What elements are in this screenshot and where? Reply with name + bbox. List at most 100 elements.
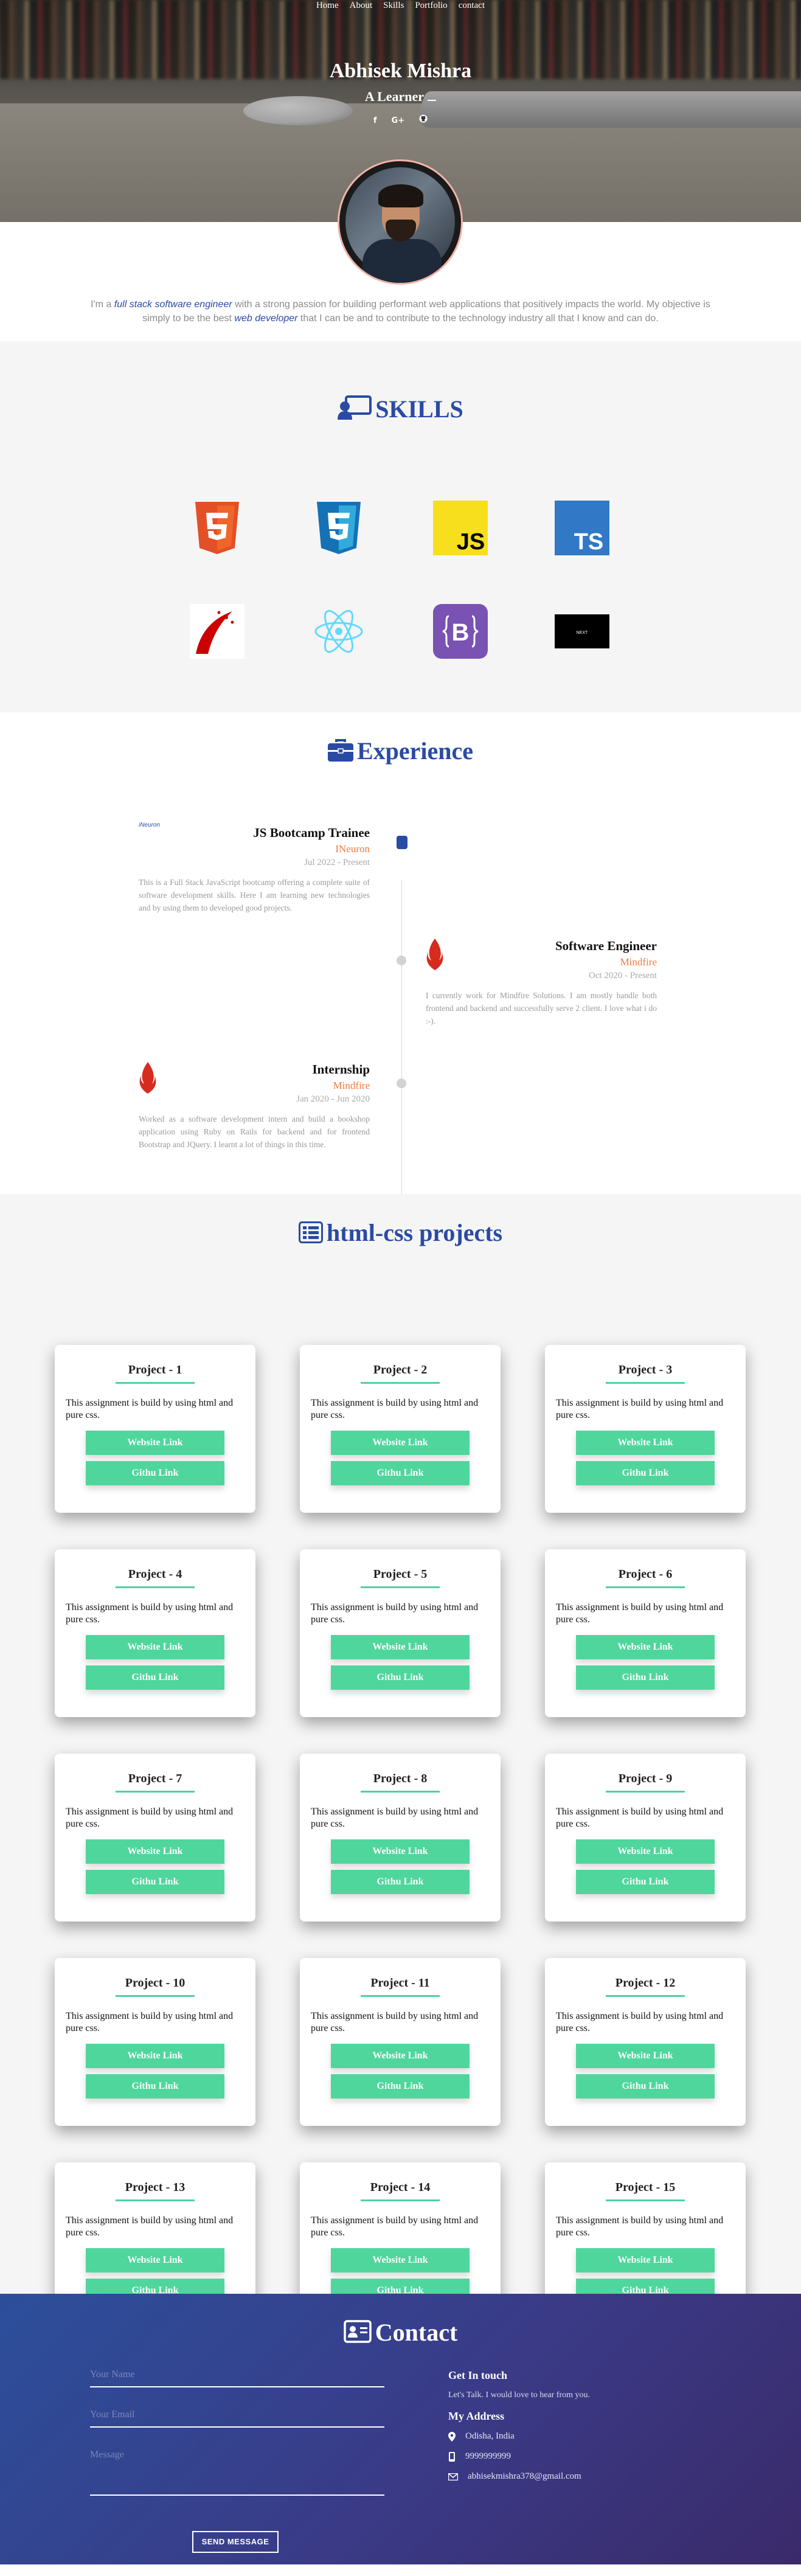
- top-nav: Home About Skills Portfolio contact: [0, 0, 801, 11]
- github-link-button[interactable]: Githu Link: [331, 2074, 470, 2099]
- experience-role: Internship: [312, 1062, 370, 1077]
- intro-highlight-webdev: web developer: [234, 313, 298, 324]
- website-link-button[interactable]: Website Link: [331, 2043, 470, 2068]
- project-card: Project - 6 This assignment is build by u…: [545, 1549, 746, 1718]
- social-links: f G+: [0, 114, 801, 126]
- github-link-button[interactable]: Githu Link: [576, 1665, 715, 1690]
- project-title: Project - 12: [615, 1976, 676, 1990]
- bootstrap-icon: B: [433, 604, 488, 659]
- website-link-button[interactable]: Website Link: [576, 2248, 715, 2272]
- website-link-button[interactable]: Website Link: [331, 1634, 470, 1659]
- nav-home[interactable]: Home: [316, 1, 339, 10]
- message-textarea[interactable]: Message: [90, 2449, 384, 2496]
- project-card: Project - 3 This assignment is build by u…: [545, 1345, 746, 1513]
- website-link-button[interactable]: Website Link: [86, 1430, 224, 1455]
- phone-row: 9999999999: [448, 2451, 590, 2462]
- title-underline: [116, 1995, 195, 1998]
- nav-skills[interactable]: Skills: [383, 1, 404, 10]
- nav-portfolio[interactable]: Portfolio: [415, 1, 447, 10]
- address-heading: My Address: [448, 2410, 505, 2423]
- hero-name: Abhisek Mishra: [329, 60, 472, 82]
- experience-company: INeuron: [335, 843, 370, 855]
- project-title: Project - 8: [373, 1772, 428, 1786]
- project-description: This assignment is build by using html a…: [66, 2011, 234, 2033]
- project-description: This assignment is build by using html a…: [66, 1398, 234, 1420]
- github-link-button[interactable]: Githu Link: [331, 1460, 470, 1485]
- github-link-button[interactable]: Githu Link: [576, 1460, 715, 1485]
- project-title: Project - 9: [618, 1772, 673, 1786]
- github-link-button[interactable]: Githu Link: [331, 1665, 470, 1690]
- html5-icon: [190, 501, 244, 555]
- react-icon: [311, 604, 366, 659]
- website-link-button[interactable]: Website Link: [331, 1839, 470, 1864]
- hero-role-text: A Learner: [364, 89, 425, 104]
- project-card: Project - 10 This assignment is build by …: [55, 1958, 255, 2126]
- facebook-icon[interactable]: f: [373, 116, 377, 125]
- email-input[interactable]: Your Email: [90, 2409, 384, 2428]
- experience-date: Jul 2022 - Present: [304, 858, 370, 868]
- github-link-button[interactable]: Githu Link: [86, 2074, 224, 2099]
- github-link-button[interactable]: Githu Link: [331, 1869, 470, 1894]
- email-text[interactable]: abhisekmishra378@gmail.com: [468, 2471, 581, 2482]
- projects-title: html-css projects: [0, 1194, 801, 1249]
- nextjs-icon: NEXT: [555, 604, 609, 659]
- website-link-button[interactable]: Website Link: [86, 2248, 224, 2272]
- project-card: Project - 2 This assignment is build by u…: [300, 1345, 501, 1513]
- project-title: Project - 4: [128, 1567, 182, 1581]
- title-underline: [361, 1586, 440, 1589]
- github-link-button[interactable]: Githu Link: [576, 2074, 715, 2099]
- title-underline: [606, 1791, 685, 1793]
- intro-highlight-role: full stack software engineer: [114, 299, 232, 310]
- website-link-button[interactable]: Website Link: [86, 1634, 224, 1659]
- user-tie-icon: [338, 395, 372, 426]
- project-card: Project - 1 This assignment is build by u…: [55, 1345, 255, 1513]
- experience-date: Oct 2020 - Present: [588, 971, 657, 981]
- project-description: This assignment is build by using html a…: [556, 1398, 724, 1420]
- title-underline: [116, 1791, 195, 1793]
- google-plus-icon[interactable]: G+: [392, 116, 405, 125]
- project-description: This assignment is build by using html a…: [311, 1398, 479, 1420]
- experience-company: Mindfire: [333, 1080, 370, 1092]
- project-card: Project - 4 This assignment is build by u…: [55, 1549, 255, 1718]
- title-underline: [361, 1382, 440, 1384]
- experience-date: Jan 2020 - Jun 2020: [296, 1094, 370, 1105]
- phone-text: 9999999999: [465, 2451, 511, 2462]
- experience-item: Internship Mindfire Jan 2020 - Jun 2020 …: [139, 1062, 370, 1151]
- project-description: This assignment is build by using html a…: [311, 1807, 479, 1829]
- envelope-icon: [448, 2473, 458, 2481]
- timeline-dot-mindfire: [397, 956, 406, 966]
- name-input[interactable]: Your Name: [90, 2369, 384, 2388]
- website-link-button[interactable]: Website Link: [331, 2248, 470, 2272]
- website-link-button[interactable]: Website Link: [576, 1839, 715, 1864]
- github-link-button[interactable]: Githu Link: [86, 1460, 224, 1485]
- github-link-button[interactable]: Githu Link: [576, 1869, 715, 1894]
- title-underline: [606, 2199, 685, 2202]
- experience-desc: I currently work for Mindfire Solutions.…: [426, 991, 657, 1026]
- project-card: Project - 12 This assignment is build by …: [545, 1958, 746, 2126]
- title-underline: [606, 1995, 685, 1998]
- website-link-button[interactable]: Website Link: [331, 1430, 470, 1455]
- experience-title: Experience: [0, 712, 801, 768]
- contact-title: Contact: [0, 2294, 801, 2349]
- website-link-button[interactable]: Website Link: [576, 1634, 715, 1659]
- mindfire-logo: [426, 939, 444, 973]
- github-link-button[interactable]: Githu Link: [86, 1869, 224, 1894]
- nav-about[interactable]: About: [350, 1, 373, 10]
- nav-contact[interactable]: contact: [459, 1, 485, 10]
- experience-item: Software Engineer Mindfire Oct 2020 - Pr…: [426, 939, 657, 1028]
- profile-avatar: [338, 159, 463, 285]
- website-link-button[interactable]: Website Link: [86, 2043, 224, 2068]
- experience-role: JS Bootcamp Trainee: [253, 825, 370, 841]
- contact-tagline: Let's Talk. I would love to hear from yo…: [448, 2390, 591, 2400]
- experience-desc: This is a Full Stack JavaScript bootcamp…: [139, 878, 370, 913]
- send-message-button[interactable]: SEND MESSAGE: [192, 2531, 279, 2553]
- skills-title: SKILLS: [0, 341, 801, 426]
- website-link-button[interactable]: Website Link: [576, 2043, 715, 2068]
- github-icon[interactable]: [419, 114, 428, 125]
- title-underline: [606, 1586, 685, 1589]
- project-description: This assignment is build by using html a…: [66, 1602, 234, 1625]
- github-link-button[interactable]: Githu Link: [86, 1665, 224, 1690]
- website-link-button[interactable]: Website Link: [576, 1430, 715, 1455]
- location-row: Odisha, India: [448, 2431, 590, 2442]
- website-link-button[interactable]: Website Link: [86, 1839, 224, 1864]
